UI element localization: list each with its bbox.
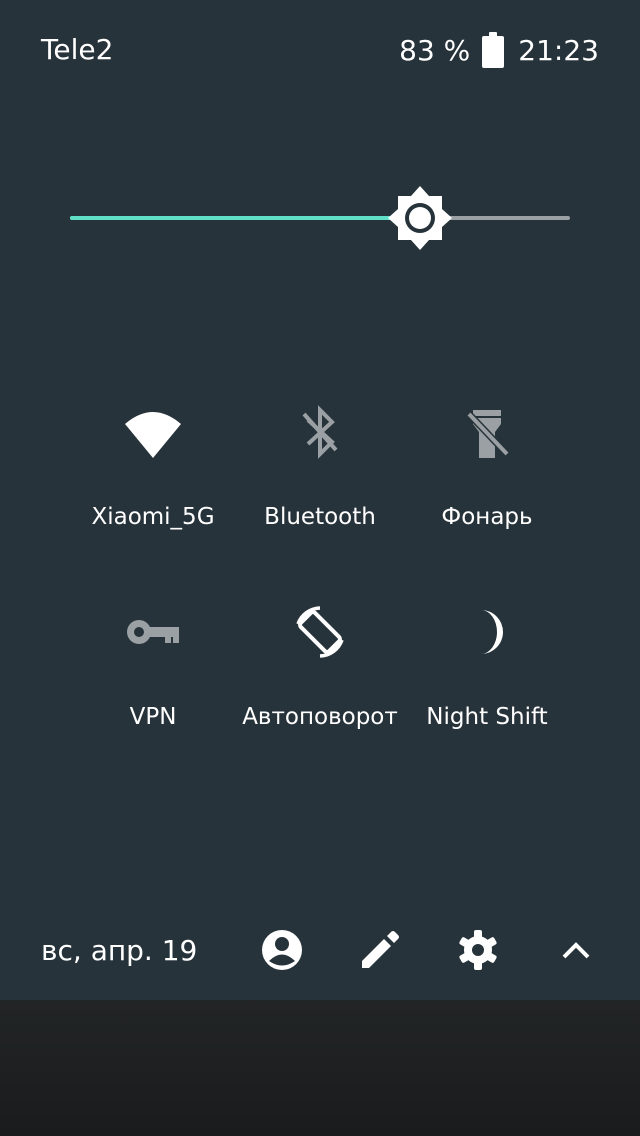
carrier-name: Tele2 bbox=[41, 33, 114, 66]
tile-auto-rotate[interactable]: Автоповорот bbox=[235, 580, 405, 760]
status-bar: Tele2 83 % 21:23 bbox=[0, 0, 640, 100]
wifi-icon bbox=[125, 412, 181, 458]
tile-bluetooth[interactable]: Bluetooth bbox=[235, 380, 405, 560]
battery-percent: 83 % bbox=[399, 33, 471, 67]
tile-night-shift[interactable]: Night Shift bbox=[402, 580, 572, 760]
brightness-slider[interactable] bbox=[70, 186, 570, 250]
slider-fill bbox=[70, 216, 420, 220]
tile-flashlight[interactable]: Фонарь bbox=[402, 380, 572, 560]
battery-icon bbox=[482, 32, 505, 68]
auto-rotate-icon bbox=[296, 606, 344, 658]
tile-vpn[interactable]: VPN bbox=[68, 580, 238, 760]
collapse-icon[interactable] bbox=[554, 928, 598, 972]
notification-shade-background bbox=[0, 1000, 640, 1136]
bottom-bar: вс, апр. 19 bbox=[0, 910, 640, 990]
quick-settings-panel: Tele2 83 % 21:23 Xiaomi_5G Bluetooth Фон… bbox=[0, 0, 640, 1000]
status-right: 83 % 21:23 bbox=[399, 30, 599, 70]
bluetooth-off-icon bbox=[302, 405, 338, 459]
flashlight-off-icon bbox=[466, 410, 510, 458]
settings-icon[interactable] bbox=[456, 928, 500, 972]
brightness-thumb-icon[interactable] bbox=[388, 186, 452, 250]
clock-time: 21:23 bbox=[518, 33, 599, 67]
vpn-key-icon bbox=[127, 620, 179, 644]
tile-label-night-shift: Night Shift bbox=[426, 704, 548, 730]
date-label: вс, апр. 19 bbox=[41, 934, 198, 967]
account-icon[interactable] bbox=[260, 928, 304, 972]
moon-icon bbox=[481, 610, 503, 654]
tile-wifi[interactable]: Xiaomi_5G bbox=[68, 380, 238, 560]
tile-label-flashlight: Фонарь bbox=[441, 504, 533, 530]
edit-icon[interactable] bbox=[358, 928, 402, 972]
